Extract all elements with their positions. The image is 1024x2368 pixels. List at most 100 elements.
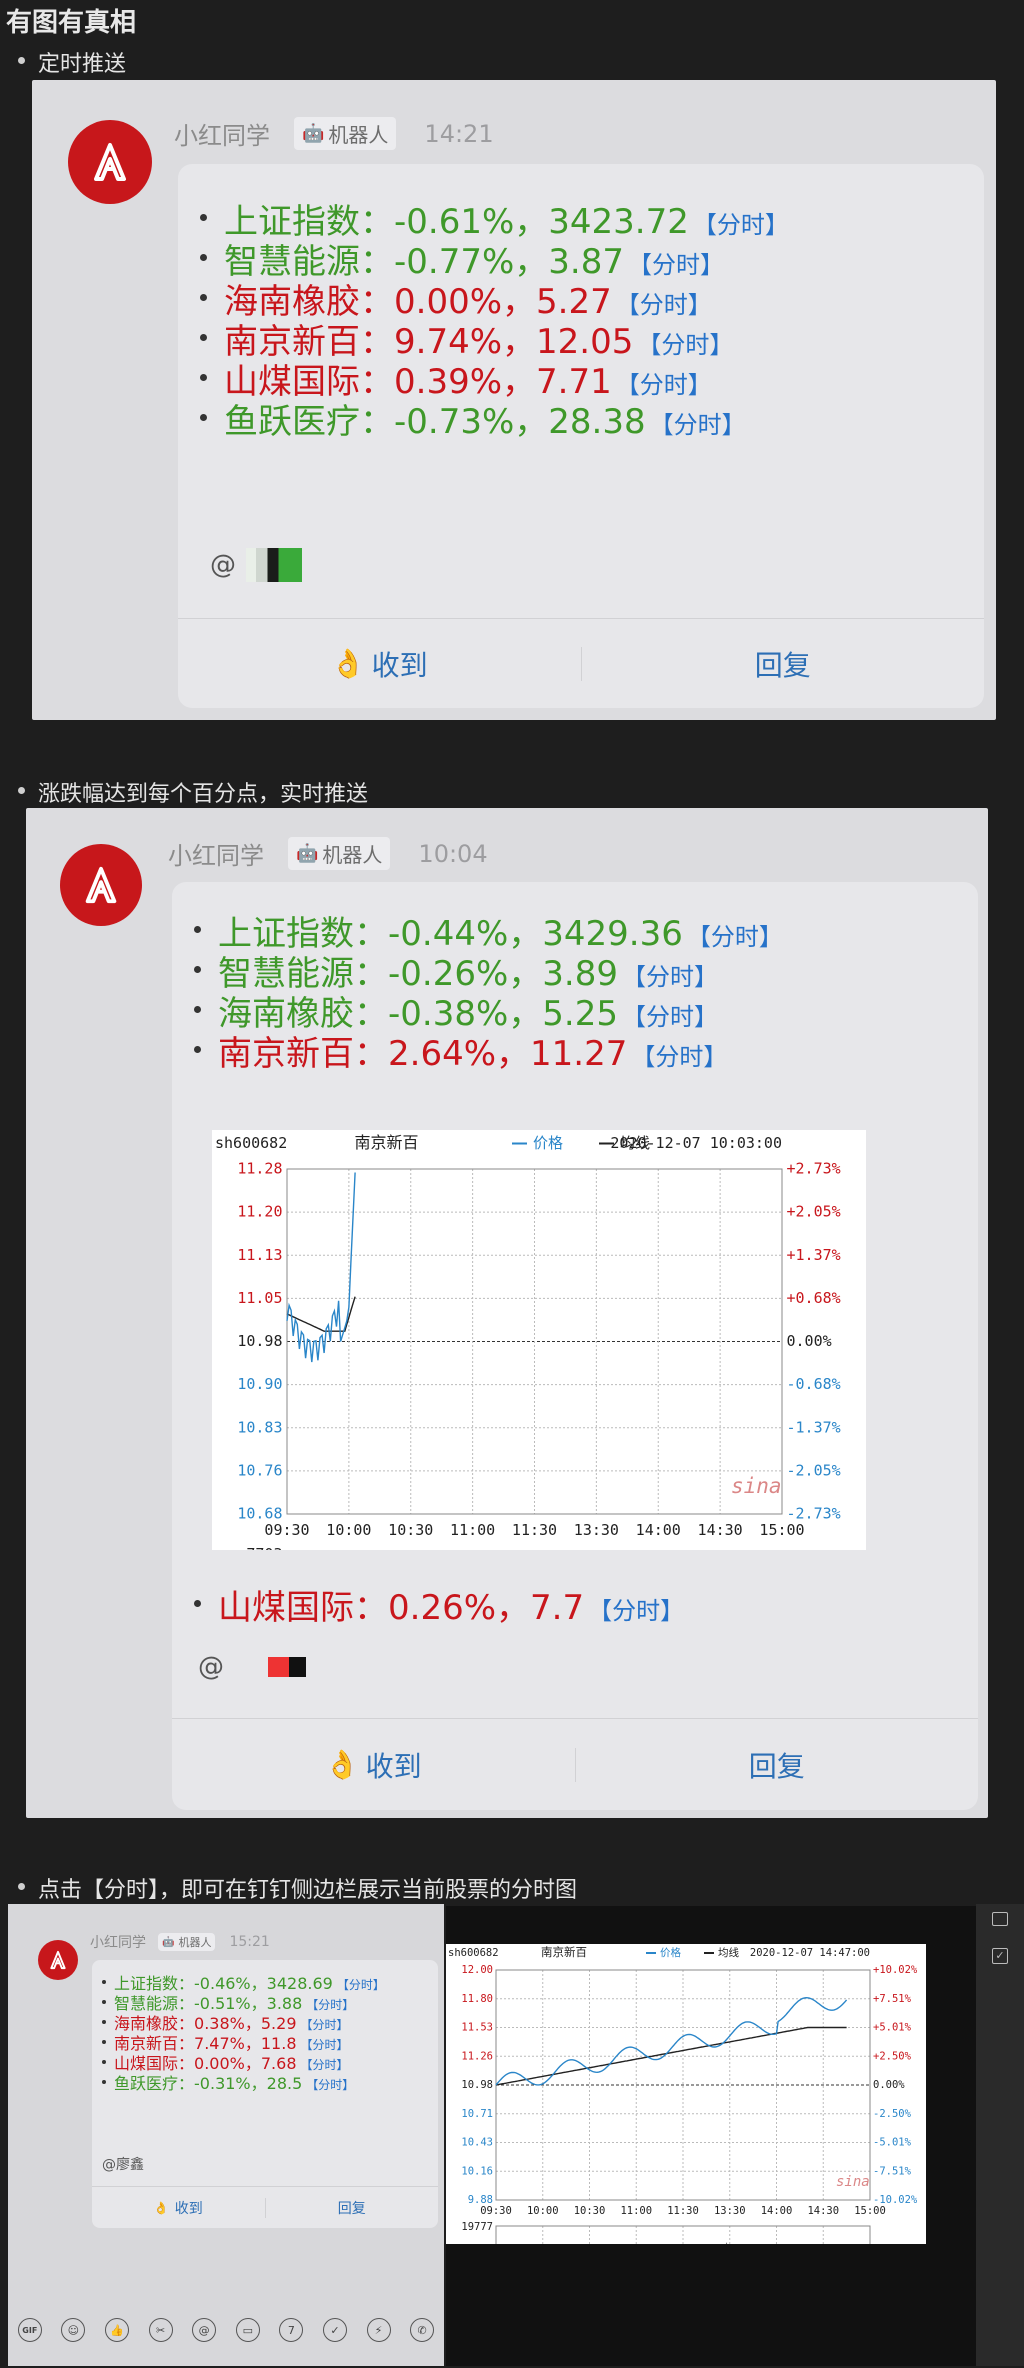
message-actions: 👌 收到 回复	[178, 618, 984, 708]
y-pct-tick-label: +1.37%	[787, 1246, 841, 1264]
stock-row: 山煤国际： 0.26%， 7.7 【分时】	[172, 1580, 684, 1628]
ansible-logo-icon	[50, 1950, 66, 1970]
separator: ：	[360, 402, 394, 442]
bullet-dot	[194, 1006, 201, 1013]
reply-button[interactable]: 回复	[266, 2198, 439, 2218]
ack-label: 收到	[365, 1749, 422, 1783]
separator: ，	[496, 1588, 531, 1628]
vol-tick-label: 14833	[461, 2244, 493, 2245]
chart-datetime: 2020-12-07 10:03:00	[610, 1134, 782, 1152]
stock-name: 南京新百	[218, 1034, 354, 1074]
x-tick-label: 14:00	[636, 1521, 681, 1539]
mention-line: @廖鑫	[102, 2154, 144, 2174]
ok-hand-icon: 👌	[324, 1748, 360, 1781]
bullet-dot	[200, 334, 207, 341]
stock-row: 山煤国际： 0.39%， 7.71 【分时】	[178, 354, 789, 402]
stock-code: sh600682	[448, 1947, 499, 1959]
reply-button[interactable]: 回复	[582, 644, 985, 684]
reply-label: 回复	[748, 1749, 805, 1783]
stock-list: 上证指数： -0.46%， 3428.69 【分时】 智慧能源： -0.51%， 3.88 【…	[92, 1970, 385, 2093]
price-line	[495, 1996, 848, 2086]
bullet-dot	[102, 2000, 106, 2004]
mention-user-avatar	[246, 548, 302, 582]
stock-row: 上证指数： -0.46%， 3428.69 【分时】	[92, 1970, 385, 1993]
bullet-dot	[102, 2060, 106, 2064]
stock-list: 上证指数： -0.44%， 3429.36 【分时】 智慧能源： -0.26%， 3.89 【…	[172, 906, 783, 1074]
calendar-icon[interactable]: 7	[279, 2318, 304, 2342]
phone-icon[interactable]: ✆	[410, 2318, 435, 2342]
sender-name[interactable]: 小红同学	[174, 116, 270, 151]
y-tick-label: 11.26	[461, 2050, 493, 2062]
at-icon[interactable]: @	[192, 2318, 217, 2342]
y-tick-label: 10.68	[237, 1505, 282, 1523]
y-pct-tick-label: 0.00%	[873, 2079, 905, 2091]
y-pct-tick-label: +0.68%	[787, 1289, 841, 1307]
stock-price: 7.7	[530, 1588, 585, 1628]
reply-label: 回复	[337, 2200, 366, 2217]
message-time: 10:04	[418, 839, 488, 868]
sender-name[interactable]: 小红同学	[90, 1932, 146, 1952]
y-pct-tick-label: 0.00%	[787, 1332, 832, 1350]
y-pct-tick-label: +2.05%	[787, 1203, 841, 1221]
bot-avatar[interactable]	[68, 120, 152, 204]
timeshare-link[interactable]: 【分时】	[306, 2076, 354, 2093]
intraday-chart[interactable]: sh600682 南京新百 价格 均线 2020-12-07 10:03:00 11.28…	[212, 1130, 866, 1710]
ding-icon[interactable]: ⚡	[366, 2318, 391, 2342]
bot-avatar[interactable]	[38, 1940, 78, 1980]
separator: ：	[354, 1034, 388, 1074]
bullet-dot	[194, 1046, 201, 1053]
stock-price: 11.27	[530, 1034, 628, 1074]
bullet-dot	[200, 294, 207, 301]
stock-row: 海南橡胶： -0.38%， 5.25 【分时】	[172, 986, 783, 1034]
y-pct-tick-label: -2.50%	[873, 2108, 912, 2120]
bullet-dot	[102, 1980, 106, 1984]
thumbs-up-icon[interactable]: 👍	[104, 2318, 129, 2342]
timeshare-link[interactable]: 【分时】	[588, 1591, 684, 1626]
bullet-dot	[102, 2040, 106, 2044]
ack-button[interactable]: 👌 收到	[172, 1745, 575, 1785]
y-pct-tick-label: -5.01%	[873, 2137, 912, 2149]
check-icon[interactable]: ✓	[992, 1948, 1008, 1964]
stock-row: 山煤国际： 0.00%， 7.68 【分时】	[92, 2050, 385, 2073]
y-tick-label: 11.53	[461, 2022, 493, 2034]
stock-row: 智慧能源： -0.26%， 3.89 【分时】	[172, 946, 783, 994]
play-icon[interactable]	[992, 1912, 1008, 1926]
y-tick-label: 10.16	[461, 2165, 493, 2177]
separator: ，	[250, 2074, 267, 2093]
emoji-icon[interactable]: ☺	[61, 2318, 86, 2342]
stock-name: 山煤国际	[218, 1588, 354, 1628]
section-label-scheduled: 定时推送	[17, 46, 126, 78]
timeshare-link[interactable]: 【分时】	[650, 405, 746, 440]
ack-button[interactable]: 👌 收到	[178, 644, 581, 684]
bullet-dot	[194, 966, 201, 973]
bullet-dot	[200, 374, 207, 381]
sender-name[interactable]: 小红同学	[168, 836, 264, 871]
reply-button[interactable]: 回复	[576, 1745, 979, 1785]
stock-code: sh600682	[215, 1134, 287, 1152]
task-icon[interactable]: ✓	[322, 2318, 347, 2342]
folder-icon[interactable]: ▭	[235, 2318, 260, 2342]
mention-symbol: @	[198, 1652, 224, 1682]
chart-datetime: 2020-12-07 14:47:00	[750, 1947, 870, 1959]
stock-row: 智慧能源： -0.51%， 3.88 【分时】	[92, 1990, 385, 2013]
price-line	[286, 1172, 356, 1363]
stock-list: 上证指数： -0.61%， 3423.72 【分时】 智慧能源： -0.77%， 3.87 【…	[178, 194, 789, 442]
ack-button[interactable]: 👌 收到	[92, 2198, 265, 2218]
x-tick-label: 13:30	[574, 1521, 619, 1539]
x-tick-label: 14:30	[698, 1521, 743, 1539]
x-tick-label: 10:00	[326, 1521, 371, 1539]
ack-label: 收到	[371, 648, 428, 682]
y-tick-label: 10.83	[237, 1418, 282, 1436]
ok-hand-icon: 👌	[153, 2200, 169, 2215]
gif-icon[interactable]: GIF	[17, 2318, 42, 2342]
mention-line: @	[198, 1652, 306, 1682]
sidebar-intraday-chart[interactable]: sh600682 南京新百 价格 均线 2020-12-07 14:47:00 12.00…	[446, 1944, 926, 2331]
timeshare-link[interactable]: 【分时】	[631, 1037, 727, 1072]
scissors-icon[interactable]: ✂	[148, 2318, 173, 2342]
bot-avatar[interactable]	[60, 844, 142, 926]
message-meta: 小红同学 🤖 机器人 10:04	[168, 836, 488, 871]
message-time: 15:21	[229, 1934, 270, 1950]
message-bubble: 上证指数： -0.46%， 3428.69 【分时】 智慧能源： -0.51%， 3.88 【…	[92, 1960, 438, 2228]
chat-toolbar: GIF ☺ 👍 ✂ @ ▭ 7 ✓ ⚡ ✆	[8, 2300, 444, 2360]
bullet-dot	[194, 1600, 201, 1607]
